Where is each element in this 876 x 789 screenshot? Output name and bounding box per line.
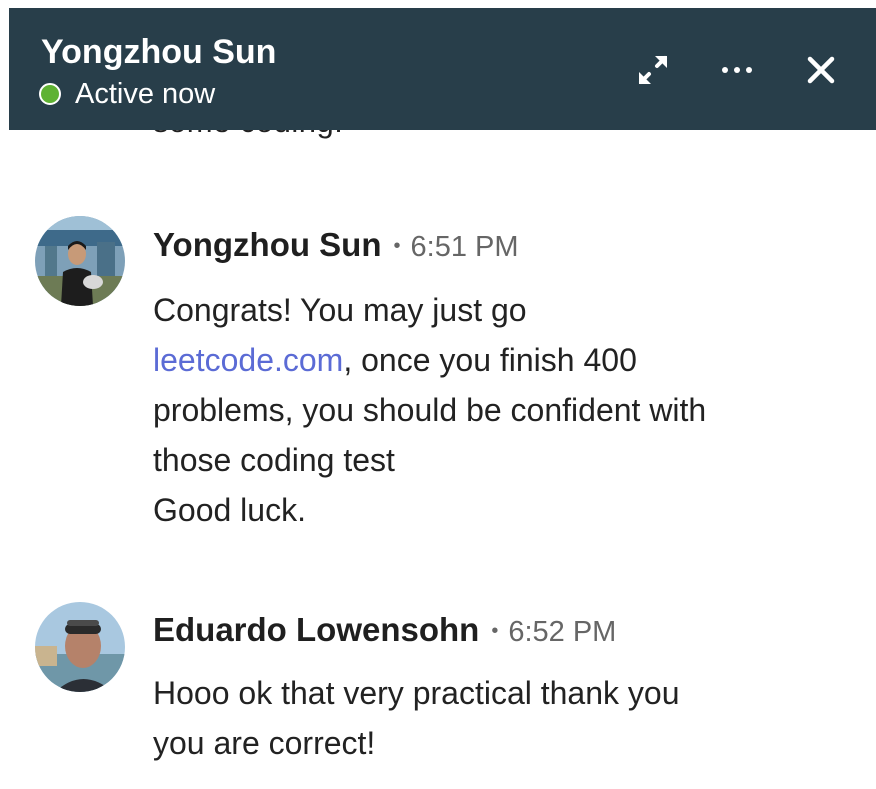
message-meta: Eduardo Lowensohn • 6:52 PM <box>153 611 616 649</box>
message-meta: Yongzhou Sun • 6:51 PM <box>153 226 519 264</box>
avatar-yongzhou[interactable] <box>35 216 125 306</box>
sender-name[interactable]: Eduardo Lowensohn <box>153 611 479 649</box>
status-text: Active now <box>75 78 216 110</box>
message-line: you are correct! <box>153 725 376 761</box>
sender-name[interactable]: Yongzhou Sun <box>153 226 382 264</box>
message-body: Hooo ok that very practical thank you yo… <box>153 668 843 768</box>
message-line: problems, you should be confident with <box>153 392 707 428</box>
message-time: 6:52 PM <box>508 616 617 648</box>
meta-separator: • <box>491 620 499 642</box>
message-line: Good luck. <box>153 492 306 528</box>
messaging-window: some coding! Yongzhou Sun Active now <box>0 0 876 789</box>
expand-button[interactable] <box>631 48 675 92</box>
meta-separator: • <box>393 235 401 257</box>
presence-status: Active now <box>39 78 215 110</box>
message-time: 6:51 PM <box>410 231 519 263</box>
online-indicator-icon <box>39 83 61 105</box>
message-link[interactable]: leetcode.com <box>153 342 343 378</box>
close-button[interactable] <box>799 48 843 92</box>
more-icon <box>722 67 752 73</box>
message-text: , once you finish 400 <box>343 342 637 378</box>
avatar-photo-icon <box>35 602 125 692</box>
chat-header[interactable]: Yongzhou Sun Active now <box>9 8 876 130</box>
avatar-photo-icon <box>35 216 125 306</box>
more-options-button[interactable] <box>715 48 759 92</box>
expand-icon <box>639 56 667 84</box>
avatar-eduardo[interactable] <box>35 602 125 692</box>
close-icon <box>807 56 835 84</box>
message-line: those coding test <box>153 442 395 478</box>
contact-name[interactable]: Yongzhou Sun <box>41 34 276 70</box>
message-line: Hooo ok that very practical thank you <box>153 675 680 711</box>
message-body: Congrats! You may just go leetcode.com, … <box>153 285 843 535</box>
message-line: Congrats! You may just go <box>153 292 527 328</box>
message-line: leetcode.com, once you finish 400 <box>153 335 843 385</box>
